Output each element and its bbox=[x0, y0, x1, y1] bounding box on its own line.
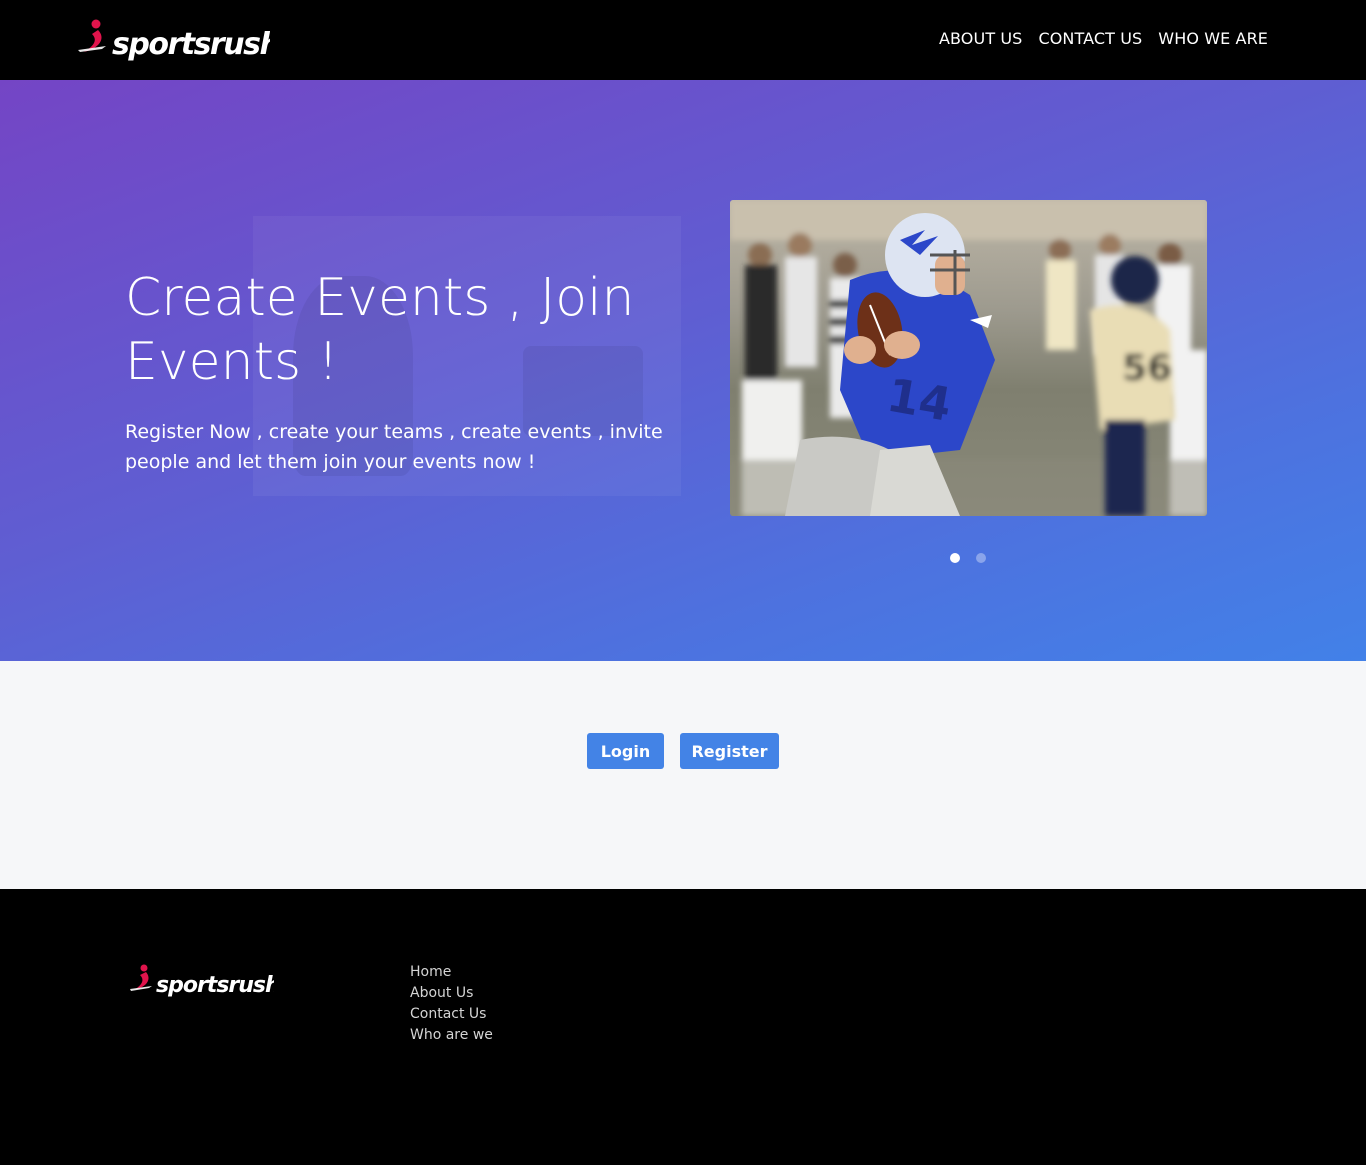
running-figure-icon bbox=[130, 964, 152, 991]
brand-logo[interactable]: sportsrush bbox=[76, 16, 270, 64]
main-nav: ABOUT US CONTACT US WHO WE ARE bbox=[939, 29, 1268, 49]
footer-link-about-us[interactable]: About Us bbox=[410, 983, 493, 1004]
nav-contact-us[interactable]: CONTACT US bbox=[1038, 29, 1142, 49]
running-figure-icon bbox=[78, 19, 106, 52]
hero-subtitle: Register Now , create your teams , creat… bbox=[125, 421, 663, 473]
footer-link-home[interactable]: Home bbox=[410, 962, 493, 983]
footer-link-contact-us[interactable]: Contact Us bbox=[410, 1004, 493, 1025]
svg-text:sportsrush: sportsrush bbox=[112, 27, 270, 62]
carousel-dot-2[interactable] bbox=[976, 553, 986, 563]
navbar: sportsrush ABOUT US CONTACT US WHO WE AR… bbox=[0, 0, 1366, 80]
footer-brand-logo[interactable]: sportsrush bbox=[128, 961, 274, 1001]
hero-carousel[interactable]: 56 14 bbox=[730, 200, 1207, 516]
nav-who-we-are[interactable]: WHO WE ARE bbox=[1158, 29, 1268, 49]
carousel-dot-1[interactable] bbox=[950, 553, 960, 563]
footer-link-who-are-we[interactable]: Who are we bbox=[410, 1025, 493, 1046]
footer: sportsrush Home About Us Contact Us Who … bbox=[0, 889, 1366, 1165]
svg-text:14: 14 bbox=[883, 368, 955, 432]
login-button[interactable]: Login bbox=[587, 733, 664, 769]
hero-title: Create Events , Join Events ! bbox=[125, 268, 635, 392]
football-quarterback-photo: 56 14 bbox=[730, 200, 1207, 516]
auth-actions-section: Login Register bbox=[0, 661, 1366, 889]
nav-about-us[interactable]: ABOUT US bbox=[939, 29, 1022, 49]
footer-nav: Home About Us Contact Us Who are we bbox=[410, 962, 493, 1046]
register-button[interactable]: Register bbox=[680, 733, 779, 769]
svg-text:56: 56 bbox=[1122, 348, 1172, 389]
hero-section: Create Events , Join Events ! Register N… bbox=[0, 80, 1366, 661]
svg-text:sportsrush: sportsrush bbox=[156, 973, 274, 998]
carousel-indicators bbox=[950, 553, 986, 563]
